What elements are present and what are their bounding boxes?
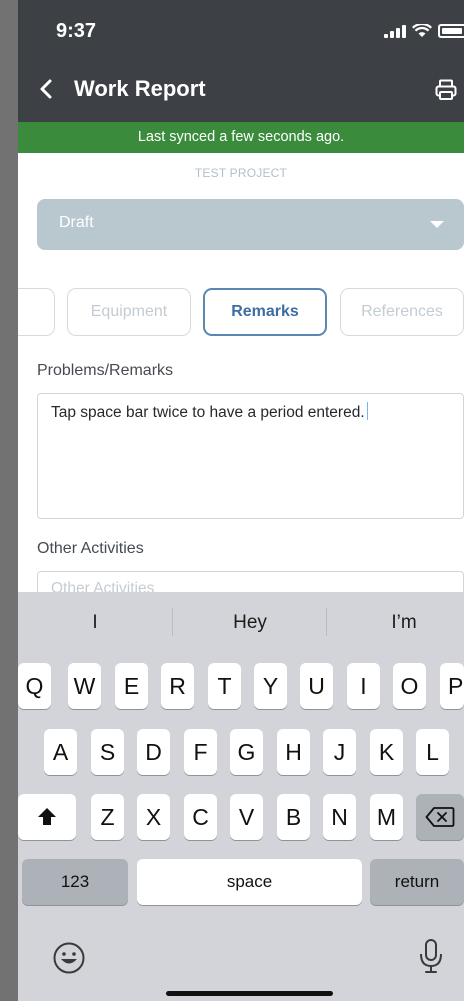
microphone-icon[interactable] (418, 938, 444, 976)
numbers-key[interactable]: 123 (22, 859, 128, 905)
tab-previous[interactable] (18, 288, 55, 336)
other-activities-label: Other Activities (37, 540, 144, 557)
key-g[interactable]: G (230, 729, 263, 775)
backspace-icon (425, 807, 455, 827)
key-e[interactable]: E (115, 663, 148, 709)
battery-icon (438, 24, 464, 38)
key-b[interactable]: B (277, 794, 310, 840)
status-bar: 9:37 (18, 0, 464, 60)
tab-equipment[interactable]: Equipment (67, 288, 191, 336)
key-f[interactable]: F (184, 729, 217, 775)
printer-icon[interactable] (434, 78, 458, 102)
sync-status-bar: Last synced a few seconds ago. (18, 122, 464, 153)
nav-bar: Work Report (18, 60, 464, 122)
remarks-label: Problems/Remarks (37, 362, 174, 379)
status-time: 9:37 (56, 20, 97, 42)
report-status-value: Draft (59, 214, 94, 231)
key-u[interactable]: U (300, 663, 333, 709)
backspace-key[interactable] (416, 794, 464, 840)
key-o[interactable]: O (393, 663, 426, 709)
key-m[interactable]: M (370, 794, 403, 840)
tab-references[interactable]: References (340, 288, 464, 336)
key-n[interactable]: N (323, 794, 356, 840)
ios-keyboard: I Hey I’m Q W E R T Y U I O P A S D F G … (18, 592, 464, 1001)
key-l[interactable]: L (416, 729, 449, 775)
left-edge (0, 0, 18, 1001)
key-z[interactable]: Z (91, 794, 124, 840)
remarks-text: Tap space bar twice to have a period ent… (51, 404, 365, 421)
key-c[interactable]: C (184, 794, 217, 840)
phone-screen: 9:37 Work Report Last synced a few secon… (18, 0, 464, 1001)
shift-arrow-icon (38, 808, 56, 825)
key-w[interactable]: W (68, 663, 101, 709)
key-v[interactable]: V (230, 794, 263, 840)
project-name: TEST PROJECT (194, 166, 288, 180)
suggestion-2[interactable]: Hey (200, 612, 300, 634)
key-t[interactable]: T (208, 663, 241, 709)
page-title: Work Report (74, 76, 206, 101)
key-d[interactable]: D (137, 729, 170, 775)
key-q[interactable]: Q (18, 663, 51, 709)
report-status-select[interactable]: Draft (37, 199, 464, 250)
key-p[interactable]: P (440, 663, 464, 709)
status-icons (384, 24, 464, 38)
wifi-icon (412, 24, 432, 37)
suggestion-1[interactable]: I (45, 612, 145, 634)
signal-icon (384, 24, 406, 38)
tab-remarks[interactable]: Remarks (203, 288, 327, 336)
key-y[interactable]: Y (254, 663, 287, 709)
key-s[interactable]: S (91, 729, 124, 775)
suggestion-bar: I Hey I’m (18, 592, 464, 654)
key-x[interactable]: X (137, 794, 170, 840)
emoji-icon[interactable] (52, 941, 86, 975)
key-j[interactable]: J (323, 729, 356, 775)
space-key[interactable]: space (137, 859, 362, 905)
key-r[interactable]: R (161, 663, 194, 709)
key-h[interactable]: H (277, 729, 310, 775)
back-chevron-icon[interactable] (36, 76, 58, 102)
caret-down-icon (430, 221, 444, 228)
key-a[interactable]: A (44, 729, 77, 775)
shift-key[interactable] (18, 794, 76, 840)
home-indicator (166, 991, 333, 996)
key-i[interactable]: I (347, 663, 380, 709)
text-cursor (366, 402, 368, 420)
key-k[interactable]: K (370, 729, 403, 775)
suggestion-3[interactable]: I’m (354, 612, 454, 634)
remarks-textarea[interactable]: Tap space bar twice to have a period ent… (37, 393, 464, 519)
return-key[interactable]: return (370, 859, 464, 905)
